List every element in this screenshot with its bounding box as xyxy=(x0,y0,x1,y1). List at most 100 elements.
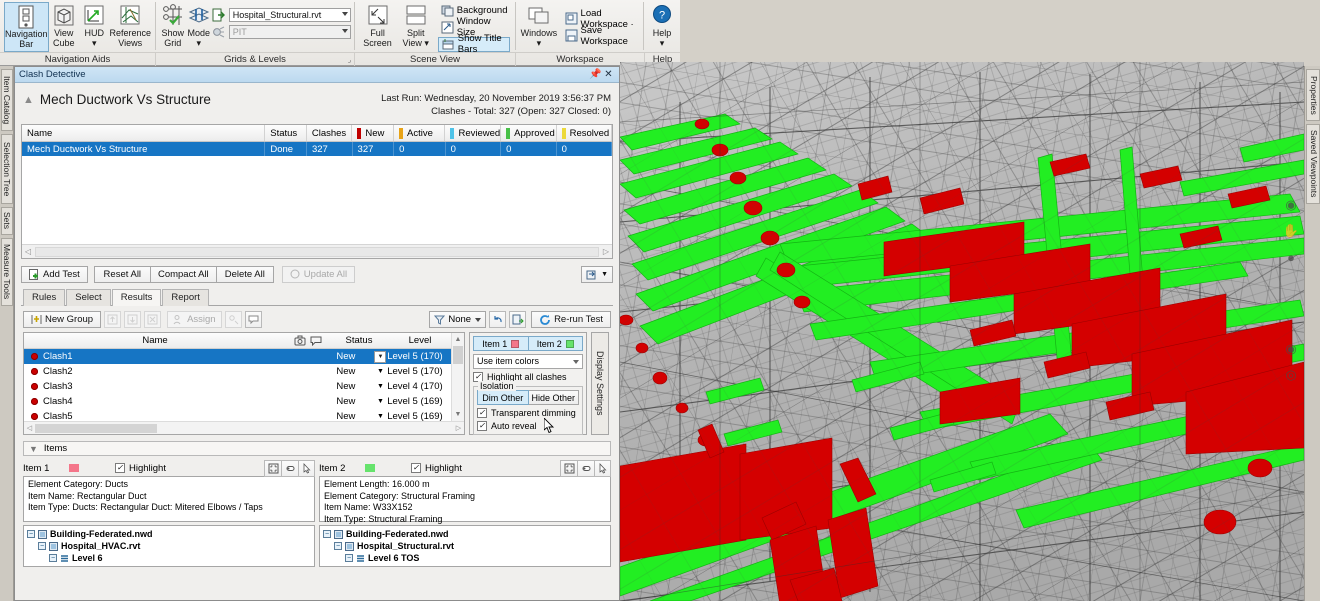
rules-icon[interactable] xyxy=(509,311,527,328)
tree-node[interactable]: − Hospital_Structural.rvt xyxy=(323,540,607,552)
hide-item-icon[interactable] xyxy=(577,459,594,477)
delete-all-button[interactable]: Delete All xyxy=(215,266,274,283)
list-item[interactable]: Clash3 New ▼ Level 4 (170) xyxy=(24,379,464,394)
pan-hand-icon[interactable]: ✋ xyxy=(1280,218,1302,244)
list-item[interactable]: Clash1 New ▼ Level 5 (170) xyxy=(24,349,464,364)
tree-node[interactable]: − Structural Framing xyxy=(323,564,607,567)
col-name[interactable]: Name xyxy=(22,125,266,141)
select-item-icon[interactable] xyxy=(594,459,611,477)
clash-status[interactable]: New xyxy=(318,381,374,392)
sidebar-tab-item-catalog[interactable]: Item Catalog xyxy=(1,69,13,131)
hud-button[interactable]: HUD ▾ xyxy=(79,2,109,52)
item2-highlight-checkbox[interactable]: ✓ xyxy=(411,463,421,473)
tree-node[interactable]: − Ducts xyxy=(27,564,311,567)
split-view-button[interactable]: Split View ▾ xyxy=(397,2,435,52)
expand-box-icon[interactable]: − xyxy=(38,542,46,550)
expand-box-icon[interactable]: − xyxy=(49,554,57,562)
results-vscrollbar[interactable]: ▲ ▼ xyxy=(451,333,464,421)
item1-tree[interactable]: − Building-Federated.nwd − Hospital_HVAC… xyxy=(23,525,315,567)
table-row[interactable]: Mech Ductwork Vs Structure Done 327 327 … xyxy=(22,142,613,156)
reference-views-button[interactable]: Reference Views xyxy=(109,2,151,52)
col-clashes[interactable]: Clashes xyxy=(307,125,353,141)
list-item[interactable]: Clash2 New ▼ Level 5 (170) xyxy=(24,364,464,379)
undo-icon[interactable] xyxy=(489,311,507,328)
collapse-chevron-icon[interactable]: ▲ xyxy=(23,94,34,106)
items-chevron-icon[interactable]: ▼ xyxy=(29,444,38,454)
dim-other-button[interactable]: Dim Other xyxy=(477,390,529,405)
reset-all-button[interactable]: Reset All xyxy=(93,266,150,283)
zoom-to-item-icon[interactable] xyxy=(560,459,577,477)
show-grid-button[interactable]: Show Grid xyxy=(160,2,186,52)
item2-tree[interactable]: − Building-Federated.nwd − Hospital_Stru… xyxy=(319,525,611,567)
grid-file-combo[interactable]: Hospital_Structural.rvt xyxy=(228,8,351,22)
hide-other-button[interactable]: Hide Other xyxy=(528,390,579,405)
results-col-name[interactable]: Name xyxy=(24,335,286,346)
col-reviewed[interactable]: Reviewed xyxy=(445,125,502,141)
expand-box-icon[interactable]: − xyxy=(345,554,353,562)
col-status[interactable]: Status xyxy=(265,125,307,141)
select-item-icon[interactable] xyxy=(298,459,315,477)
status-dropdown-icon[interactable]: ▼ xyxy=(374,383,387,390)
select-filter-dropdown[interactable]: None xyxy=(429,311,487,328)
scroll-left-icon[interactable]: ◁ xyxy=(24,424,35,432)
scroll-thumb[interactable] xyxy=(35,423,157,433)
look-around-icon[interactable]: ◎ xyxy=(1280,362,1302,388)
orbit-icon[interactable]: ◉ xyxy=(1280,336,1302,362)
view-cube-button[interactable]: View Cube xyxy=(49,2,79,52)
comment-icon[interactable] xyxy=(244,311,262,328)
save-workspace-button[interactable]: Save Workspace xyxy=(562,25,640,47)
clash-status[interactable]: New xyxy=(318,366,374,377)
expand-box-icon[interactable]: − xyxy=(356,566,364,567)
rerun-test-button[interactable]: Re-run Test xyxy=(531,311,611,328)
add-test-button[interactable]: Add Test xyxy=(21,266,88,283)
scroll-right-icon[interactable]: ▷ xyxy=(600,247,612,256)
col-approved[interactable]: Approved xyxy=(501,125,557,141)
tests-table-hscrollbar[interactable]: ◁ ▷ xyxy=(22,244,612,258)
clash-status[interactable]: New xyxy=(318,351,374,362)
expand-box-icon[interactable]: − xyxy=(323,530,331,538)
sidebar-tab-selection-tree[interactable]: Selection Tree xyxy=(1,134,13,204)
windows-button[interactable]: Windows ▾ xyxy=(519,2,558,52)
expand-box-icon[interactable]: − xyxy=(27,530,35,538)
list-item[interactable]: Clash4 New ▼ Level 5 (169) xyxy=(24,394,464,409)
clash-status[interactable]: New xyxy=(318,396,374,407)
sidebar-tab-saved-viewpoints[interactable]: Saved Viewpoints xyxy=(1306,124,1320,204)
results-col-status[interactable]: Status xyxy=(330,335,388,346)
color-mode-dropdown[interactable]: Use item colors xyxy=(473,354,583,369)
scroll-thumb[interactable] xyxy=(453,346,463,364)
results-hscrollbar[interactable]: ◁ ▷ xyxy=(24,421,464,434)
scroll-left-icon[interactable]: ◁ xyxy=(22,247,34,256)
results-col-level[interactable]: Level xyxy=(388,335,452,346)
tab-select[interactable]: Select xyxy=(66,289,111,306)
comment-icon[interactable] xyxy=(310,335,322,346)
tab-results[interactable]: Results xyxy=(111,289,162,306)
item1-toggle[interactable]: Item 1 xyxy=(473,336,529,351)
compact-all-button[interactable]: Compact All xyxy=(149,266,216,283)
expand-box-icon[interactable]: − xyxy=(60,566,68,567)
auto-reveal-checkbox[interactable]: ✓ xyxy=(477,421,487,431)
export-button[interactable]: ▼ xyxy=(581,266,613,283)
navigation-bar-button[interactable]: Navigation Bar xyxy=(4,2,49,52)
hide-item-icon[interactable] xyxy=(281,459,298,477)
tree-node[interactable]: − Level 6 xyxy=(27,552,311,564)
scroll-right-icon[interactable]: ▷ xyxy=(453,424,464,432)
items-collapse-bar[interactable]: ▼ Items xyxy=(23,441,611,456)
mode-button[interactable]: Mode ▾ xyxy=(186,2,212,52)
tab-rules[interactable]: Rules xyxy=(23,289,66,306)
scroll-thumb[interactable] xyxy=(35,246,599,257)
sidebar-tab-measure-tools[interactable]: Measure Tools xyxy=(1,238,13,306)
level-combo[interactable]: PIT xyxy=(228,25,351,39)
status-dropdown-icon[interactable]: ▼ xyxy=(374,398,387,405)
tree-node[interactable]: − Building-Federated.nwd xyxy=(323,528,607,540)
auto-reveal-row[interactable]: ✓ Auto reveal xyxy=(477,421,579,431)
tree-node[interactable]: − Building-Federated.nwd xyxy=(27,528,311,540)
item2-toggle[interactable]: Item 2 xyxy=(528,336,583,351)
item1-highlight-checkbox[interactable]: ✓ xyxy=(115,463,125,473)
pin-icon[interactable]: 📌 xyxy=(589,69,602,80)
col-new[interactable]: New xyxy=(352,125,394,141)
new-group-button[interactable]: New Group xyxy=(23,311,102,328)
expand-box-icon[interactable]: − xyxy=(334,542,342,550)
sidebar-tab-properties[interactable]: Properties xyxy=(1306,69,1320,121)
tab-report[interactable]: Report xyxy=(162,289,209,306)
sidebar-tab-sets[interactable]: Sets xyxy=(1,207,13,235)
